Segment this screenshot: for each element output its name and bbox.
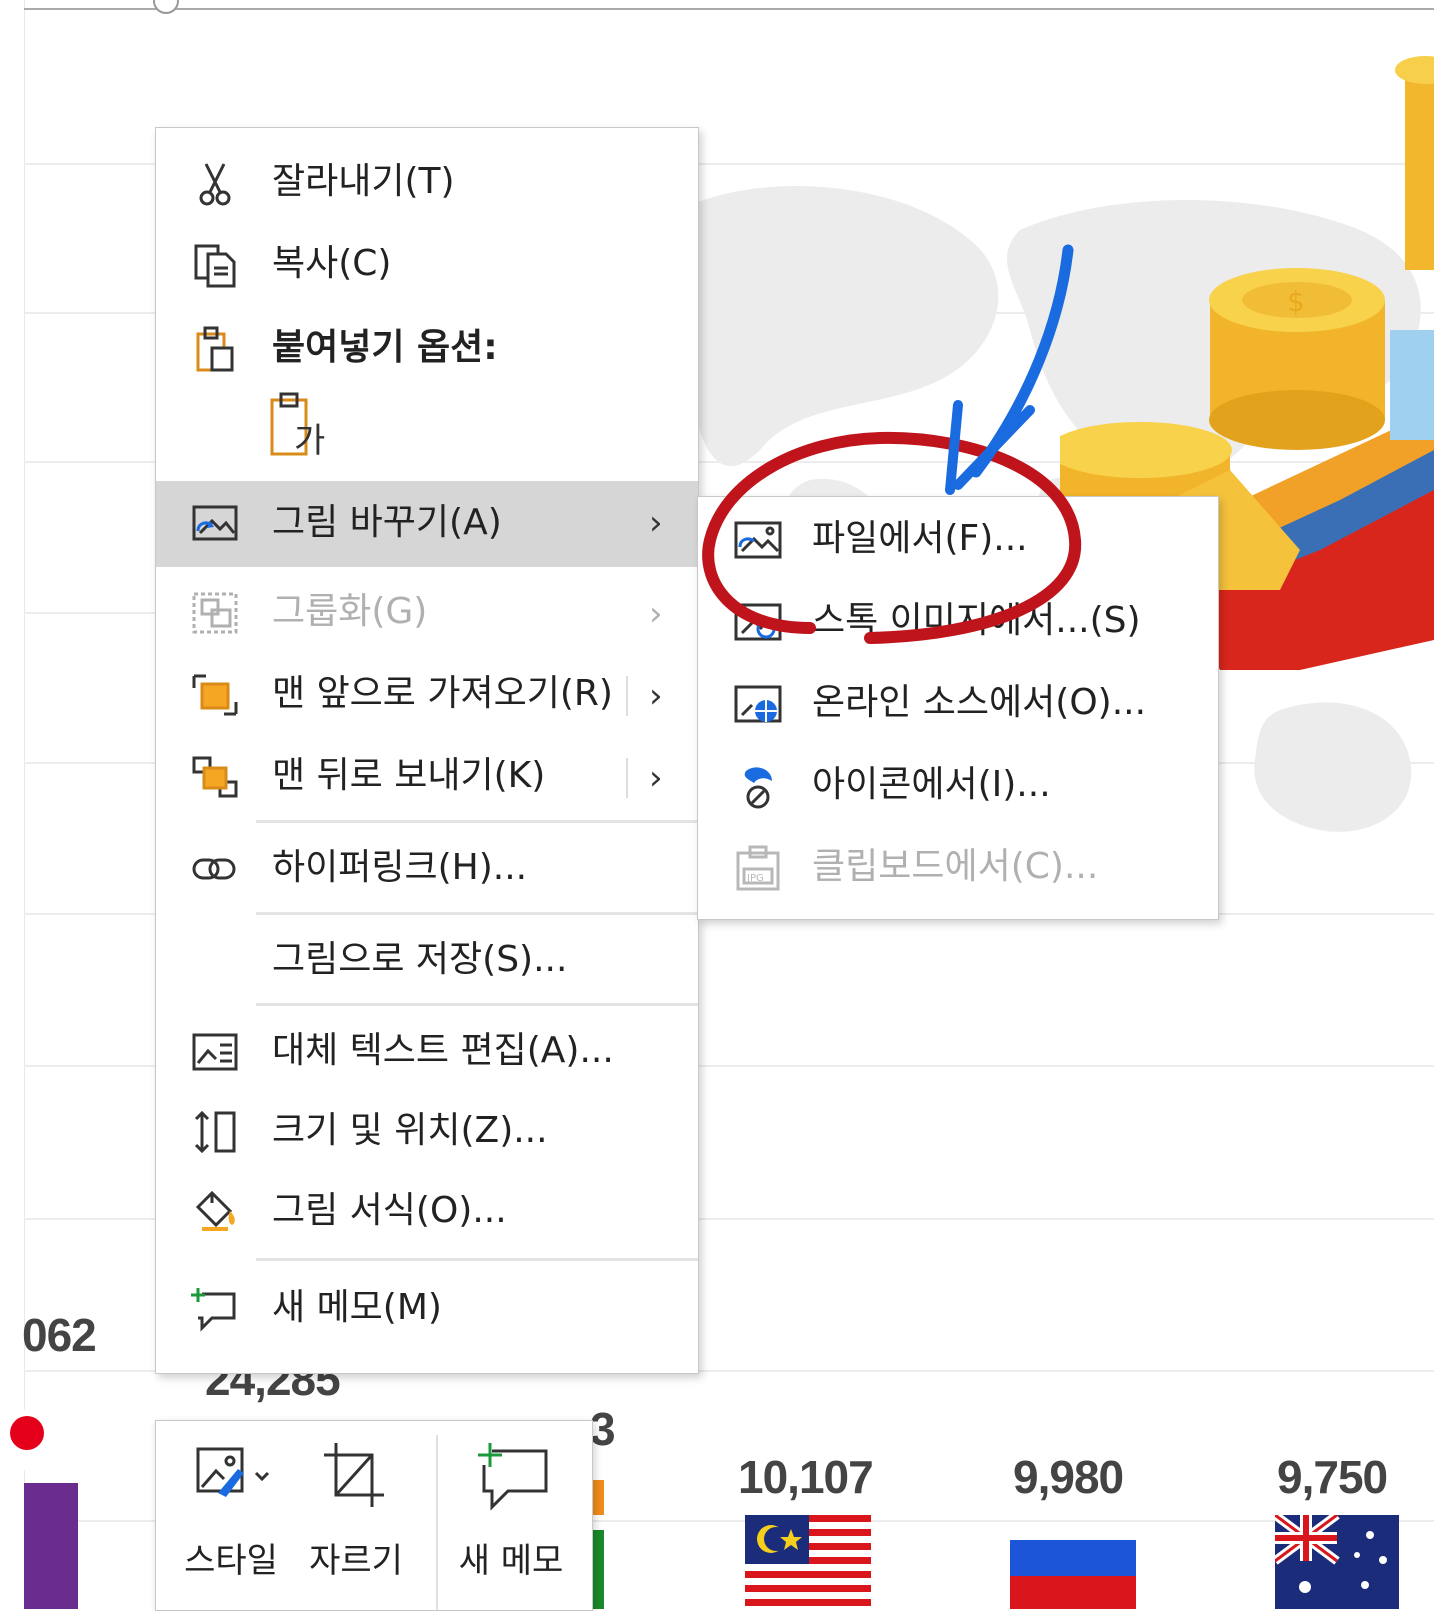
icons-gallery-icon: [744, 767, 772, 809]
toolbar-label: 자르기: [309, 1541, 403, 1581]
menu-separator: [256, 912, 698, 915]
crop-icon: [324, 1443, 384, 1507]
menu-item-label: 맨 앞으로 가져오기(R): [272, 673, 613, 714]
submenu-item-from-clipboard[interactable]: JPG 클립보드에서(C)...: [698, 827, 1218, 909]
menu-item-label: 복사(C): [272, 243, 392, 284]
submenu-item-online-sources[interactable]: 온라인 소스에서(O)...: [698, 663, 1218, 745]
menu-separator: [256, 1258, 698, 1261]
data-label: 062: [22, 1309, 97, 1361]
menu-item-copy[interactable]: 복사(C): [156, 224, 698, 304]
menu-item-label: 맨 뒤로 보내기(K): [272, 755, 546, 796]
submenu-item-from-icons[interactable]: 아이콘에서(I)...: [698, 745, 1218, 827]
clipboard-icon: [196, 326, 234, 372]
menu-item-label: 하이퍼링크(H)...: [272, 847, 528, 888]
send-to-back-icon: [192, 756, 238, 798]
new-comment-icon: [478, 1443, 548, 1511]
link-icon: [192, 858, 236, 880]
new-comment-icon: [191, 1288, 236, 1332]
menu-separator: [256, 820, 698, 823]
submenu-item-label: 아이콘에서(I)...: [812, 764, 1051, 805]
menu-item-bring-to-front[interactable]: 맨 앞으로 가져오기(R) ›: [156, 654, 698, 734]
svg-text:가: 가: [294, 421, 325, 460]
crop-button[interactable]: 자르기: [296, 1421, 416, 1610]
svg-text:JPG: JPG: [746, 873, 764, 884]
submenu-item-label: 온라인 소스에서(O)...: [812, 682, 1147, 723]
copy-icon: [194, 244, 236, 288]
data-label: 9,750: [1277, 1451, 1388, 1503]
size-position-icon: [194, 1110, 236, 1154]
menu-item-change-picture[interactable]: 그림 바꾸기(A) ›: [156, 481, 698, 567]
menu-item-edit-alt-text[interactable]: 대체 텍스트 편집(A)...: [156, 1011, 698, 1091]
picture-style-icon: [196, 1447, 270, 1497]
chevron-right-icon: ›: [649, 676, 663, 716]
toolbar-label: 스타일: [184, 1541, 278, 1581]
clipboard-jpg-icon: JPG: [736, 845, 780, 891]
data-label: 3: [590, 1403, 616, 1455]
data-label: 10,107: [738, 1451, 874, 1503]
menu-item-size-position[interactable]: 크기 및 위치(Z)...: [156, 1091, 698, 1171]
paste-keep-text-only-button[interactable]: 가: [268, 390, 332, 461]
toolbar-label: 새 메모: [458, 1541, 564, 1581]
paste-options-header: 붙여넣기 옵션:: [156, 308, 698, 388]
mini-toolbar: 스타일 자르기 새 메모: [155, 1420, 593, 1611]
menu-item-label: 대체 텍스트 편집(A)...: [272, 1030, 614, 1071]
rotation-handle[interactable]: [153, 0, 179, 14]
menu-item-label: 그림 바꾸기(A): [272, 502, 502, 543]
menu-item-label: 잘라내기(T): [272, 161, 455, 202]
scissors-icon: [199, 163, 231, 206]
chart-bar: [24, 1483, 78, 1609]
menu-item-save-as-picture[interactable]: 그림으로 저장(S)...: [156, 920, 698, 1000]
menu-item-new-comment[interactable]: 새 메모(M): [156, 1268, 698, 1348]
style-button[interactable]: 스타일: [176, 1421, 286, 1610]
annotation-overlay: [702, 244, 1082, 644]
chevron-right-icon: ›: [649, 594, 663, 634]
menu-item-label: 크기 및 위치(Z)...: [272, 1110, 548, 1151]
group-icon: [192, 592, 238, 634]
menu-item-label: 그룹화(G): [272, 591, 428, 632]
menu-item-cut[interactable]: 잘라내기(T): [156, 142, 698, 222]
menu-separator: [256, 1003, 698, 1006]
toolbar-separator: [436, 1435, 438, 1610]
slide-left-edge: [0, 0, 25, 1609]
menu-item-label: 새 메모(M): [272, 1287, 442, 1328]
chevron-right-icon: ›: [649, 758, 663, 798]
menu-item-label: 그림으로 저장(S)...: [272, 939, 568, 980]
menu-item-send-to-back[interactable]: 맨 뒤로 보내기(K) ›: [156, 736, 698, 816]
chevron-right-icon: ›: [649, 503, 663, 543]
australia-flag-icon: [1275, 1515, 1399, 1609]
change-picture-icon: [192, 505, 238, 541]
svg-text:$: $: [1287, 285, 1305, 318]
japan-flag-partial: [10, 1410, 54, 1470]
submenu-item-label: 클립보드에서(C)...: [812, 846, 1099, 887]
blue-arrow-shaft: [970, 244, 1074, 478]
split-divider: [626, 676, 628, 716]
context-menu: 잘라내기(T) 복사(C) 붙여넣기 옵션: 가 그림 바꾸기(A) › 그룹화: [155, 127, 699, 1374]
data-label: 9,980: [1013, 1451, 1124, 1503]
menu-item-group[interactable]: 그룹화(G) ›: [156, 572, 698, 652]
menu-item-hyperlink[interactable]: 하이퍼링크(H)...: [156, 828, 698, 908]
split-divider: [626, 758, 628, 798]
red-circle-annotation: [702, 431, 1082, 644]
malaysia-flag-icon: [745, 1515, 871, 1609]
bring-to-front-icon: [192, 674, 238, 716]
menu-item-label: 그림 서식(O)...: [272, 1190, 507, 1231]
new-comment-toolbar-button[interactable]: 새 메모: [446, 1421, 576, 1610]
online-picture-icon: [734, 685, 782, 723]
paste-text-icon: 가: [270, 392, 325, 461]
paint-bucket-icon: [195, 1190, 235, 1231]
alt-text-icon: [192, 1033, 238, 1071]
menu-item-format-picture[interactable]: 그림 서식(O)...: [156, 1171, 698, 1251]
selection-border-top: [24, 8, 1434, 10]
russia-flag-icon: [1010, 1530, 1136, 1609]
menu-section-label: 붙여넣기 옵션:: [272, 327, 498, 368]
